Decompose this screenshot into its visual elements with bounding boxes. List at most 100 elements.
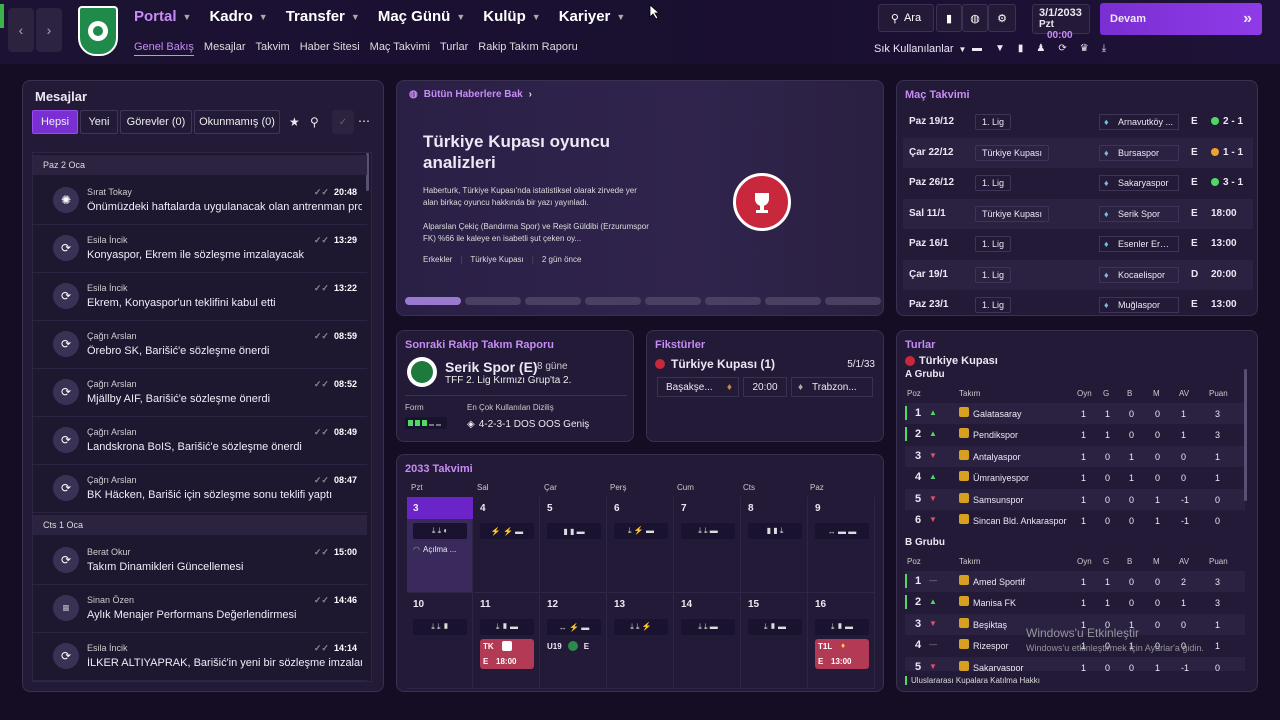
filter-all[interactable]: Hepsi — [32, 110, 78, 134]
tab-mac-takvimi[interactable]: Maç Takvimi — [370, 41, 430, 56]
news-headline[interactable]: Türkiye Kupası oyuncu analizleri — [423, 131, 643, 173]
carousel-dot[interactable] — [585, 297, 641, 305]
table-row[interactable]: 1 — Amed Sportif 1 1 0 0 2 3 — [905, 571, 1245, 592]
all-news-link[interactable]: ◍ Bütün Haberlere Bak › — [409, 89, 532, 100]
table-row[interactable]: 2 ▲ Manisa FK 1 1 0 0 1 3 — [905, 592, 1245, 613]
calendar-day[interactable]: 11 ⤓ ▮ ▬ TK E 18:00 — [474, 593, 540, 689]
fixture-opponent[interactable]: ♦ Bursaspor — [1099, 144, 1179, 161]
groups-competition[interactable]: Türkiye Kupası — [905, 355, 998, 367]
message-item[interactable]: ⟳ Çağrı Arslan BK Häcken, Barišić için s… — [33, 465, 367, 513]
date-display[interactable]: 3/1/2033 Pzt 00:00 — [1032, 4, 1090, 41]
youth-match-event[interactable]: U19 E — [547, 641, 589, 651]
fixture-row[interactable]: Paz 23/1 1. Lig ♦ Muğlaspor E 13:00 — [903, 290, 1253, 315]
team-name[interactable]: Galatasaray — [973, 409, 1022, 419]
refresh-icon[interactable]: ⟳ — [1058, 43, 1066, 54]
message-item[interactable]: ⟳ Çağrı Arslan Mjällby AIF, Barišić'e sö… — [33, 369, 367, 417]
table-row[interactable]: 5 ▼ Samsunspor 1 0 0 1 -1 0 — [905, 488, 1245, 510]
tactics-icon[interactable]: ▮ — [1018, 43, 1024, 54]
calendar-day[interactable]: 5 ▮ ▮ ▬ — [541, 497, 607, 593]
fixture-opponent[interactable]: ♦ Muğlaspor — [1099, 297, 1179, 313]
team-name[interactable]: Beşiktaş — [973, 620, 1007, 630]
calendar-day[interactable]: 8 ▮ ▮ ⤓ — [742, 497, 808, 593]
fixture-row[interactable]: Çar 22/12 Türkiye Kupası ♦ Bursaspor E 1 … — [903, 137, 1253, 168]
calendar-day[interactable]: 6 ⤓ ⚡ ▬ — [608, 497, 674, 593]
table-row[interactable]: 5 ▼ Sakaryaspor 1 0 0 1 -1 0 — [905, 656, 1245, 671]
team-name[interactable]: Sincan Bld. Ankaraspor — [973, 516, 1067, 526]
team-name[interactable]: Ümraniyespor — [973, 473, 1029, 483]
carousel-dot[interactable] — [705, 297, 761, 305]
more-icon[interactable]: ⋯ — [358, 114, 370, 128]
menu-kulup[interactable]: Kulüp ▼ — [483, 8, 540, 25]
calendar-day[interactable]: 7 ⤓ ⤓ ▬ — [675, 497, 741, 593]
tab-mesajlar[interactable]: Mesajlar — [204, 41, 246, 56]
carousel-dot[interactable] — [465, 297, 521, 305]
filter-tasks[interactable]: Görevler (0) — [120, 110, 192, 134]
message-item[interactable]: ⟳ Çağrı Arslan Örebro SK, Barišić'e sözl… — [33, 321, 367, 369]
menu-mac-gunu[interactable]: Maç Günü ▼ — [378, 8, 465, 25]
calendar-title[interactable]: 2033 Takvimi — [405, 463, 473, 475]
calendar-day[interactable]: 10 ⤓ ⤓ ▮ — [407, 593, 473, 689]
fixtures-title[interactable]: Fikstürler — [655, 339, 705, 351]
carousel-dot[interactable] — [645, 297, 701, 305]
back-button[interactable]: ‹ — [8, 8, 34, 52]
filter-new[interactable]: Yeni — [80, 110, 118, 134]
message-item[interactable]: ⟳ Berat Okur Takım Dinamikleri Güncellem… — [33, 537, 367, 585]
world-button[interactable]: ◍ — [962, 4, 988, 32]
fixture-row[interactable]: Sal 11/1 Türkiye Kupası ♦ Serik Spor E 18… — [903, 198, 1253, 229]
tab-rakip-rapor[interactable]: Rakip Takım Raporu — [478, 41, 577, 56]
menu-portal[interactable]: Portal ▼ — [134, 8, 191, 25]
message-item[interactable]: ✺ Sırat Tokay Önümüzdeki haftalarda uygu… — [33, 177, 367, 225]
groups-title[interactable]: Turlar — [905, 339, 935, 351]
scrollbar[interactable] — [1244, 369, 1247, 501]
match-event[interactable]: TK E 18:00 — [480, 639, 534, 669]
team-name[interactable]: Samsunspor — [973, 495, 1024, 505]
fixture-row[interactable]: Paz 19/12 1. Lig ♦ Arnavutköy ... E 2 - 1 — [903, 107, 1253, 137]
team-name[interactable]: Antalyaspor — [973, 452, 1021, 462]
opponent-badge[interactable] — [407, 357, 437, 387]
tab-takvim[interactable]: Takvim — [256, 41, 290, 56]
calendar-day[interactable]: 4 ⚡ ⚡ ▬ — [474, 497, 540, 593]
calendar-day[interactable]: 16 ⤓ ▮ ▬ T1L ♦ E 13:00 — [809, 593, 875, 689]
continue-button[interactable]: Devam » — [1100, 3, 1262, 35]
trophy-icon[interactable]: ♛ — [1080, 43, 1089, 54]
settings-button[interactable]: ⚙ — [988, 4, 1016, 32]
calendar-day[interactable]: 14 ⤓ ⤓ ▬ — [675, 593, 741, 689]
calendar-day[interactable]: 3 ⤓ ⤓ ◐ ◠ Açılma ... — [407, 497, 473, 593]
favorites-dropdown[interactable]: Sık Kullanılanlar ▼ — [874, 43, 966, 55]
carousel-dot-active[interactable] — [405, 297, 461, 305]
carousel-dot[interactable] — [825, 297, 881, 305]
tab-haber-sitesi[interactable]: Haber Sitesi — [300, 41, 360, 56]
fixture-opponent[interactable]: ♦ Sakaryaspor — [1099, 175, 1179, 191]
message-item[interactable]: ⟳ Esila İncik İLKER ALTIYAPRAK, Barišić'… — [33, 633, 367, 681]
opening-event[interactable]: ◠ Açılma ... — [413, 545, 456, 554]
table-row[interactable]: 3 ▼ Antalyaspor 1 0 1 0 0 1 — [905, 445, 1245, 467]
fixture-row[interactable]: Paz 16/1 1. Lig ♦ Esenler Erok... E 13:00 — [903, 229, 1253, 259]
calendar-day[interactable]: 9 ↔ ▬ ▬ — [809, 497, 875, 593]
tab-turlar[interactable]: Turlar — [440, 41, 468, 56]
table-row[interactable]: 2 ▲ Pendikspor 1 1 0 0 1 3 — [905, 424, 1245, 445]
download-icon[interactable]: ⤓ — [1102, 43, 1106, 54]
table-row[interactable]: 1 ▲ Galatasaray 1 1 0 0 1 3 — [905, 403, 1245, 424]
team-name[interactable]: Rizespor — [973, 641, 1009, 651]
match-schedule-title[interactable]: Maç Takvimi — [905, 89, 970, 101]
fixture-row[interactable]: Paz 26/12 1. Lig ♦ Sakaryaspor E 3 - 1 — [903, 168, 1253, 198]
team-name[interactable]: Manisa FK — [973, 598, 1016, 608]
fixture-opponent[interactable]: ♦ Serik Spor — [1099, 205, 1179, 222]
table-row[interactable]: 6 ▼ Sincan Bld. Ankaraspor 1 0 0 1 -1 0 — [905, 510, 1245, 531]
message-item[interactable]: ⟳ Esila İncik Konyaspor, Ekrem ile sözle… — [33, 225, 367, 273]
message-item[interactable]: ⟳ Esila İncik Ekrem, Konyaspor'un teklif… — [33, 273, 367, 321]
message-item[interactable]: ≡ Sinan Özen Aylık Menajer Performans De… — [33, 585, 367, 633]
calendar-day[interactable]: 13 ⤓ ⤓ ⚡ — [608, 593, 674, 689]
fixture-opponent[interactable]: ♦ Esenler Erok... — [1099, 236, 1179, 252]
opponent-report-title[interactable]: Sonraki Rakip Takım Raporu — [405, 339, 554, 351]
fixture-row[interactable]: Çar 19/1 1. Lig ♦ Kocaelispor D 20:00 — [903, 259, 1253, 290]
team-name[interactable]: Amed Sportif — [973, 577, 1025, 587]
team-name[interactable]: Pendikspor — [973, 430, 1018, 440]
menu-kariyer[interactable]: Kariyer ▼ — [559, 8, 626, 25]
star-icon[interactable]: ★ — [289, 115, 300, 129]
menu-transfer[interactable]: Transfer ▼ — [286, 8, 360, 25]
fixture-opponent[interactable]: ♦ Arnavutköy ... — [1099, 114, 1179, 130]
search-button[interactable]: ⚲ Ara — [878, 4, 934, 32]
shirt-icon[interactable]: ▼ — [995, 43, 1005, 54]
match-event[interactable]: T1L ♦ E 13:00 — [815, 639, 869, 669]
